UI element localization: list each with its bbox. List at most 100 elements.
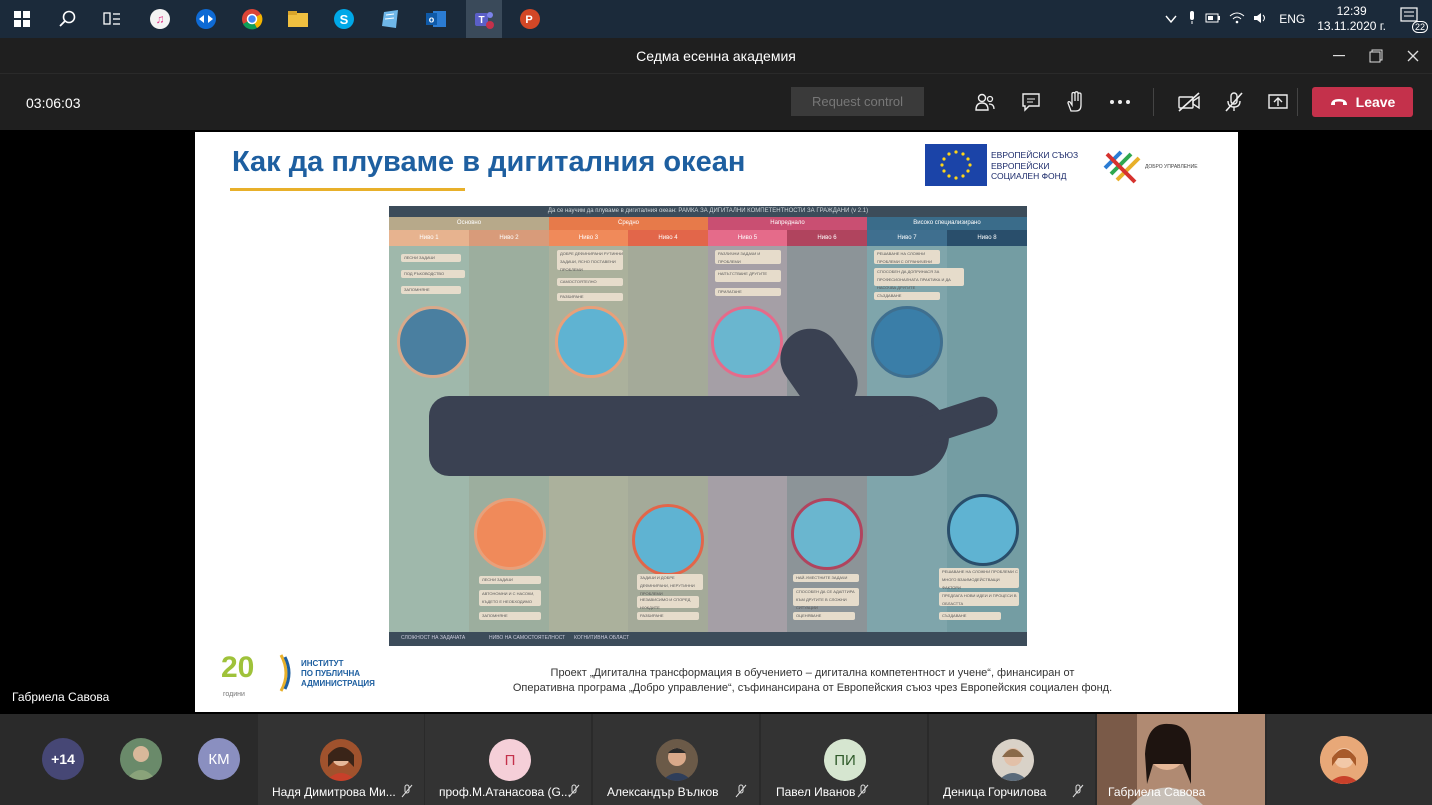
participant-avatar [992,739,1034,781]
legend-item: СЛОЖНОСТ НА ЗАДАЧАТА [401,635,466,641]
mic-muted-icon [735,784,747,801]
leave-label: Leave [1355,94,1396,110]
chat-icon[interactable] [1017,88,1045,116]
more-participants-button[interactable]: +14 [42,738,84,780]
eu-flag-logo [925,144,987,186]
note: РАЗЛИЧНИ ЗАДАЧИ И ПРОБЛЕМИ [715,250,781,264]
maximize-button[interactable] [1361,45,1391,67]
ipa-text-line: ПО ПУБЛИЧНА [301,669,361,678]
participant-name: Габриела Савова [1108,785,1206,799]
minimize-button[interactable] [1324,45,1354,67]
svg-text:P: P [525,14,532,26]
battery-icon[interactable] [1205,12,1221,26]
eu-text-line: СОЦИАЛЕН ФОНД [991,171,1067,181]
level-6-label: Ниво 6 [787,230,867,246]
window-titlebar: Седма есенна академия [0,38,1432,74]
dobro-upravlenie-logo: ДОБРО УПРАВЛЕНИЕ [1103,150,1203,186]
clock[interactable]: 12:39 13.11.2020 г. [1317,4,1386,34]
participant-initials-avatar[interactable]: КМ [198,738,240,780]
skype-icon[interactable]: S [330,5,358,33]
note: САМОСТОЯТЕЛНО [557,278,623,286]
note: ПРИЛАГАНЕ [715,288,781,296]
note: СПОСОБЕН ДА СЕ АДАПТИРА КЪМ ДРУГИТЕ В СЛ… [793,588,859,610]
infographic-legend: СЛОЖНОСТ НА ЗАДАЧАТА НИВО НА САМОСТОЯТЕЛ… [389,632,1027,646]
svg-text:T: T [478,15,484,26]
ipa-anniversary-label: години [223,691,245,698]
clock-time: 12:39 [1336,4,1367,18]
project-text-line: Оперативна програма „Добро управление“, … [512,682,1113,694]
raise-hand-icon[interactable] [1061,88,1089,116]
ipa-emblem-icon [279,654,291,692]
file-explorer-icon[interactable] [284,5,312,33]
mic-muted-icon [568,784,580,801]
swimmer-bubble [474,498,546,570]
ipa-text-line: ИНСТИТУТ [301,659,344,668]
language-indicator[interactable]: ENG [1279,12,1305,26]
swimmer-bubble [555,306,627,378]
participant-avatar [1320,736,1368,784]
level-2-label: Ниво 2 [469,230,549,246]
note: НЕЗАВИСИМО И СПОРЕД НУЖДИТЕ [637,596,699,610]
note: ЗАПОМНЯНЕ [401,286,461,294]
microphone-tray-icon[interactable] [1187,10,1197,28]
teamviewer-icon[interactable] [192,5,220,33]
note: АВТОНОМНИ И С НАСОКИ, КЪДЕТО Е НЕОБХОДИМ… [479,590,541,606]
eu-text-line: ЕВРОПЕЙСКИ [991,160,1050,171]
swimmer-bubble [632,504,704,576]
task-view-icon[interactable] [98,5,126,33]
hang-up-icon [1330,94,1348,110]
swimmer-bubble [711,306,783,378]
level-7-label: Ниво 7 [867,230,947,246]
more-options-icon[interactable] [1106,88,1134,116]
chevron-up-icon[interactable] [1165,12,1177,26]
category-intermediate: Средно [549,217,708,230]
share-screen-icon[interactable] [1264,88,1292,116]
note: СПОСОБЕН ДА ДОПРИНАСЯ ЗА ПРОФЕСИОНАЛНАТА… [874,268,964,290]
toolbar-divider [1153,88,1154,116]
level-8-label: Ниво 8 [947,230,1027,246]
note: РАЗБИРАНЕ [557,293,623,301]
itunes-icon[interactable]: ♫ [146,5,174,33]
note: ЛЕСНИ ЗАДАЧИ [479,576,541,584]
participant-name: Александър Вълков [607,785,719,799]
level-4-label: Ниво 4 [628,230,708,246]
note: ПОД РЪКОВОДСТВО [401,270,465,278]
participants-icon[interactable] [971,88,999,116]
participant-name: Павел Иванов [776,785,856,799]
participant-name: проф.М.Атанасова (G... [439,785,571,799]
leave-button[interactable]: Leave [1312,87,1413,117]
close-button[interactable] [1398,45,1428,67]
mic-off-icon[interactable] [1220,88,1248,116]
participant-avatar[interactable] [120,738,162,780]
volume-icon[interactable] [1253,12,1269,27]
camera-off-icon[interactable] [1175,88,1203,116]
note: ЗАДАЧИ И ДОБРЕ ДЕФИНИРАНИ, НЕРУТИННИ ПРО… [637,574,703,596]
wifi-icon[interactable] [1229,12,1245,27]
note: ЛЕСНИ ЗАДАЧИ [401,254,461,262]
category-advanced: Напреднало [708,217,867,230]
search-icon[interactable] [54,5,82,33]
swimmer-bubble [947,494,1019,566]
participant-name: Деница Горчилова [943,785,1047,799]
windows-icon[interactable] [8,5,36,33]
level-3-label: Ниво 3 [549,230,628,246]
notepad-icon[interactable] [376,5,404,33]
category-highly-specialised: Високо специализирано [867,217,1027,230]
swimmer-bubble [791,498,863,570]
chrome-icon[interactable] [238,5,266,33]
teams-icon[interactable]: T [466,0,502,38]
digcomp-infographic: Да се научим да плуваме в дигиталния оке… [389,206,1027,646]
meeting-timer: 03:06:03 [26,95,81,111]
powerpoint-icon[interactable]: P [516,5,544,33]
dobro-logo-text: ДОБРО УПРАВЛЕНИЕ [1145,164,1198,170]
note: СЪЗДАВАНЕ [874,292,940,300]
participant-avatar [656,739,698,781]
svg-text:S: S [340,12,349,27]
note: РЕШАВАНЕ НА СЛОЖНИ ПРОБЛЕМИ С ОГРАНИЧЕНИ… [874,250,940,272]
presentation-slide: Как да плуваме в дигиталния океан ЕВРОПЕ… [195,132,1238,712]
notification-count-badge: 22 [1411,21,1428,33]
outlook-icon[interactable]: o [422,5,450,33]
request-control-button[interactable]: Request control [791,87,924,116]
notifications-icon[interactable]: 22 [1400,7,1428,33]
category-basic: Основно [389,217,549,230]
